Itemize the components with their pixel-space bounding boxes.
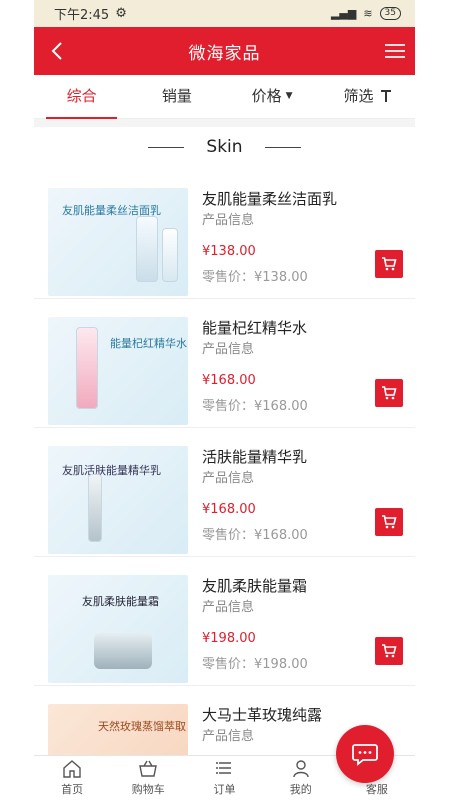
product-info: 友肌能量柔丝洁面乳 产品信息 <box>202 188 403 231</box>
tab-price[interactable]: 价格 ▼ <box>225 75 320 119</box>
product-image: 友肌活肤能量精华乳 <box>48 446 188 554</box>
bottle-shape <box>162 228 178 282</box>
menu-button[interactable] <box>385 41 405 61</box>
page-title: 微海家品 <box>188 43 261 64</box>
product-subtitle: 产品信息 <box>202 471 255 486</box>
product-name: 友肌能量柔丝洁面乳 <box>202 190 338 208</box>
basket-icon <box>139 760 158 777</box>
bottle-shape <box>136 216 158 282</box>
tab-label: 综合 <box>66 86 97 105</box>
product-name: 大马士革玫瑰纯露 <box>202 706 323 724</box>
home-icon <box>63 760 81 778</box>
cart-icon <box>382 386 397 400</box>
chevron-left-icon <box>51 42 62 60</box>
nav-label: 购物车 <box>131 783 165 796</box>
product-info: 能量杞红精华水 产品信息 <box>202 317 403 360</box>
chat-icon <box>352 744 378 766</box>
product-name: 友肌柔肤能量霜 <box>202 577 308 595</box>
image-caption: 友肌活肤能量精华乳 <box>62 464 161 477</box>
product-price: ¥198.00 <box>202 631 256 646</box>
retail-price: 零售价：¥198.00 <box>202 657 308 672</box>
cart-icon <box>382 515 397 529</box>
product-name: 活肤能量精华乳 <box>202 448 308 466</box>
product-subtitle: 产品信息 <box>202 342 255 357</box>
order-list-icon <box>215 762 231 774</box>
tab-comprehensive[interactable]: 综合 <box>34 75 129 119</box>
product-price: ¥168.00 <box>202 373 256 388</box>
status-bar: 下午2:45 ⚙ ▂▄▆ ≋ 35 <box>34 0 415 27</box>
status-time: 下午2:45 <box>54 8 110 23</box>
product-info: 友肌柔肤能量霜 产品信息 <box>202 575 403 618</box>
user-icon <box>293 760 309 778</box>
back-button[interactable] <box>44 37 70 65</box>
app-header: 微海家品 <box>34 27 415 75</box>
sort-triangle-icon: ▼ <box>285 91 293 101</box>
bottle-shape <box>76 327 98 409</box>
retail-price: 零售价：¥168.00 <box>202 528 308 543</box>
image-caption: 能量杞红精华水 <box>110 337 187 350</box>
sort-tabs: 综合 销量 价格 ▼ 筛选 <box>34 75 415 119</box>
divider-line <box>148 146 185 148</box>
product-image: 友肌能量柔丝洁面乳 <box>48 188 188 296</box>
jar-shape <box>94 633 152 669</box>
menu-icon-line <box>385 50 405 52</box>
section-heading: Skin <box>34 132 415 162</box>
nav-label: 订单 <box>213 783 236 796</box>
nav-cart[interactable]: 购物车 <box>110 756 186 800</box>
nav-profile[interactable]: 我的 <box>263 756 339 800</box>
product-image: 友肌柔肤能量霜 <box>48 575 188 683</box>
product-list: 友肌能量柔丝洁面乳 友肌能量柔丝洁面乳 产品信息 ¥138.00 零售价：¥13… <box>34 170 415 755</box>
nav-home[interactable]: 首页 <box>34 756 110 800</box>
signal-icon: ▂▄▆ <box>330 7 357 20</box>
add-to-cart-button[interactable] <box>375 250 403 278</box>
cart-icon <box>382 257 397 271</box>
retail-price: 零售价：¥138.00 <box>202 270 308 285</box>
nav-orders[interactable]: 订单 <box>186 756 262 800</box>
product-item[interactable]: 友肌能量柔丝洁面乳 友肌能量柔丝洁面乳 产品信息 ¥138.00 零售价：¥13… <box>34 170 415 299</box>
product-name: 能量杞红精华水 <box>202 319 308 337</box>
divider <box>34 119 415 127</box>
image-caption: 天然玫瑰蒸馏萃取 <box>98 720 186 733</box>
product-info: 活肤能量精华乳 产品信息 <box>202 446 403 489</box>
product-price: ¥168.00 <box>202 502 256 517</box>
menu-icon-line <box>385 44 405 46</box>
section-title: Skin <box>206 137 243 157</box>
product-subtitle: 产品信息 <box>202 213 255 228</box>
nav-label: 首页 <box>61 783 84 796</box>
battery-icon: 35 <box>379 7 401 20</box>
product-image: 能量杞红精华水 <box>48 317 188 425</box>
notification-icon: ⚙ <box>115 6 127 21</box>
filter-icon <box>381 90 392 102</box>
product-price: ¥138.00 <box>202 244 256 259</box>
tab-label: 销量 <box>161 86 192 105</box>
cart-icon <box>382 644 397 658</box>
nav-label: 客服 <box>365 783 388 796</box>
divider-line <box>264 146 301 148</box>
wifi-icon: ≋ <box>363 7 373 20</box>
add-to-cart-button[interactable] <box>375 637 403 665</box>
add-to-cart-button[interactable] <box>375 379 403 407</box>
product-item[interactable]: 能量杞红精华水 能量杞红精华水 产品信息 ¥168.00 零售价：¥168.00 <box>34 299 415 428</box>
retail-price: 零售价：¥168.00 <box>202 399 308 414</box>
tab-sales[interactable]: 销量 <box>129 75 224 119</box>
nav-label: 我的 <box>289 783 312 796</box>
tab-filter[interactable]: 筛选 <box>320 75 415 119</box>
bottle-shape <box>88 474 102 542</box>
menu-icon-line <box>385 56 405 58</box>
product-item[interactable]: 友肌柔肤能量霜 友肌柔肤能量霜 产品信息 ¥198.00 零售价：¥198.00 <box>34 557 415 686</box>
image-caption: 友肌柔肤能量霜 <box>82 595 159 608</box>
tab-label: 筛选 <box>343 86 374 105</box>
product-image: 天然玫瑰蒸馏萃取 <box>48 704 188 755</box>
product-subtitle: 产品信息 <box>202 600 255 615</box>
product-item[interactable]: 友肌活肤能量精华乳 活肤能量精华乳 产品信息 ¥168.00 零售价：¥168.… <box>34 428 415 557</box>
tab-label: 价格 <box>251 86 282 105</box>
customer-service-button[interactable] <box>336 725 394 783</box>
add-to-cart-button[interactable] <box>375 508 403 536</box>
